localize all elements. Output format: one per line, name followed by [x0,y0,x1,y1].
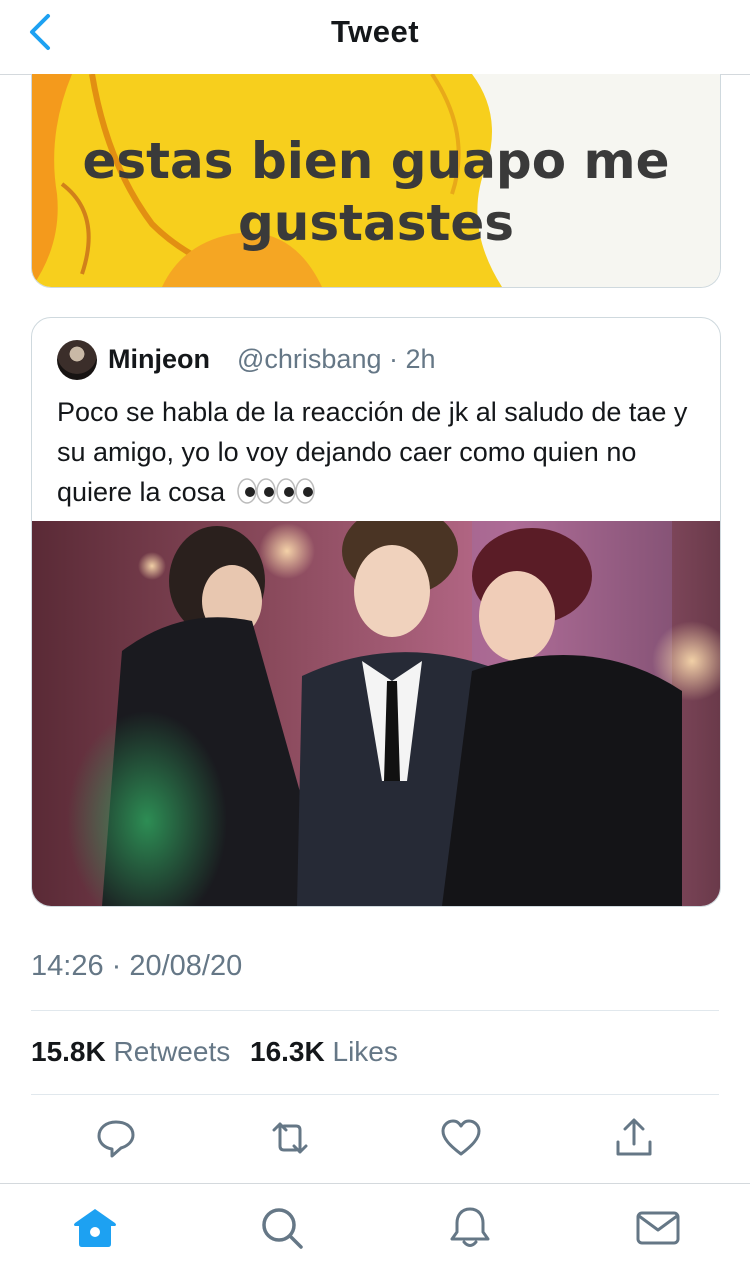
quoted-tweet-photo[interactable] [32,521,720,906]
likes-label: Likes [332,1036,398,1067]
bottom-tab-bar [0,1183,750,1282]
eyes-emoji-icon [236,478,315,504]
avatar[interactable] [57,340,97,380]
share-icon[interactable] [612,1116,656,1160]
divider [31,1010,719,1011]
quoted-user-name: Minjeon [108,344,210,374]
tweet-timestamp: 14:26 · 20/08/20 [31,950,243,982]
notifications-icon[interactable] [446,1204,494,1252]
home-icon[interactable] [71,1204,119,1252]
like-icon[interactable] [439,1116,483,1160]
like-count: 16.3K [250,1036,325,1067]
quoted-user-handle: @chrisbang · 2h [237,344,436,374]
quoted-tweet-text: Poco se habla de la reacción de jk al sa… [57,397,688,507]
top-nav-bar: Tweet [0,0,750,75]
quoted-tweet-card[interactable]: Minjeon @chrisbang · 2h Poco se habla de… [31,317,721,907]
retweets-label: Retweets [113,1036,231,1067]
page-title: Tweet [330,14,420,49]
tweet-media-image[interactable]: estas bien guapo me gustastes [31,74,721,288]
retweet-count: 15.8K [31,1036,106,1067]
messages-icon[interactable] [634,1204,682,1252]
engagement-stats[interactable]: 15.8K Retweets 16.3K Likes [31,1036,410,1068]
meme-caption: estas bien guapo me gustastes [82,132,670,252]
divider [31,1094,719,1095]
retweet-icon[interactable] [268,1116,312,1160]
reply-icon[interactable] [94,1116,138,1160]
search-icon[interactable] [258,1204,306,1252]
